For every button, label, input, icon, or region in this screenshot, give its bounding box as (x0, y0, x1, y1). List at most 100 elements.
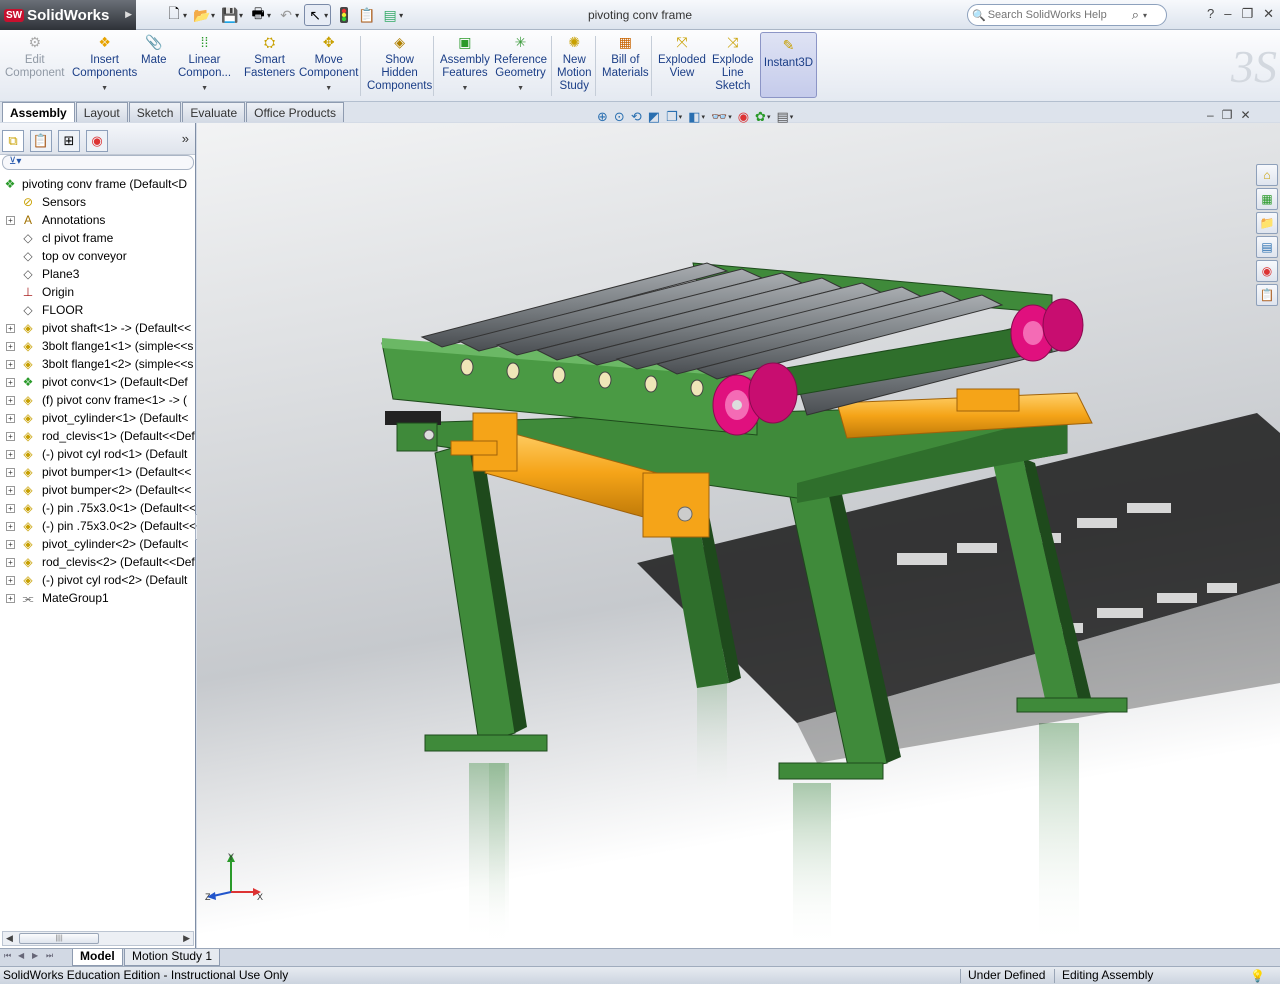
chevron-down-icon[interactable]: ▼ (201, 82, 208, 95)
edit-component-button[interactable]: ⚙ Edit Component (5, 32, 64, 80)
display-manager-tab[interactable]: ◉ (86, 130, 108, 152)
tree-node-20[interactable]: + ◈ rod_clevis<2> (Default<<Def (0, 553, 195, 571)
solidworks-menu-button[interactable]: SW SolidWorks ▶ (0, 0, 136, 30)
feature-manager-tab[interactable]: ⧉ (2, 130, 24, 152)
zoom-to-area-icon[interactable]: ⊙ (614, 108, 625, 126)
tree-node-7[interactable]: + ◈ pivot shaft<1> -> (Default<< (0, 319, 195, 337)
rebuild-button[interactable] (334, 4, 354, 26)
previous-view-icon[interactable]: ⟲ (631, 108, 642, 126)
solidworks-resources-tab[interactable]: ⌂ (1256, 164, 1278, 186)
expand-icon[interactable]: + (6, 342, 15, 351)
expand-icon[interactable]: + (6, 558, 15, 567)
save-button[interactable]: 💾 ▾ (220, 4, 245, 26)
expand-icon[interactable]: + (6, 432, 15, 441)
tree-node-11[interactable]: + ◈ (f) pivot conv frame<1> -> ( (0, 391, 195, 409)
appearances-tab[interactable]: ◉ (1256, 260, 1278, 282)
exploded-view-button[interactable]: ⤧ Exploded View (658, 32, 706, 80)
linear-component-pattern-button[interactable]: ⁞⁞ Linear Compon... ▼ (178, 32, 231, 95)
custom-properties-tab[interactable]: 📋 (1256, 284, 1278, 306)
tree-node-3[interactable]: ◇ top ov conveyor (0, 247, 195, 265)
display-style-icon[interactable]: ◧ ▾ (688, 108, 705, 126)
expand-icon[interactable]: + (6, 540, 15, 549)
open-button[interactable]: 📂 ▾ (192, 4, 217, 26)
help-search-input[interactable] (987, 9, 1128, 21)
expand-icon[interactable]: + (6, 468, 15, 477)
instant3d-button[interactable]: ✎ Instant3D (760, 32, 817, 98)
next-tab-icon[interactable]: ▶ (32, 951, 38, 960)
expand-icon[interactable]: + (6, 594, 15, 603)
scroll-right-icon[interactable]: ▶ (183, 933, 190, 944)
restore-icon[interactable]: ❐ (1241, 6, 1253, 22)
view-palette-tab[interactable]: ▤ (1256, 236, 1278, 258)
expand-icon[interactable]: + (6, 360, 15, 369)
scrollbar-thumb[interactable]: |||| (19, 933, 99, 944)
chevron-down-icon[interactable]: ▼ (517, 82, 524, 95)
restore-icon[interactable]: ❐ (1222, 108, 1233, 122)
show-hidden-components-button[interactable]: ◈ Show Hidden Components (367, 32, 432, 93)
expand-icon[interactable]: + (6, 396, 15, 405)
file-explorer-tab[interactable]: 📁 (1256, 212, 1278, 234)
tree-node-2[interactable]: ◇ cl pivot frame (0, 229, 195, 247)
expand-icon[interactable]: + (6, 504, 15, 513)
expand-icon[interactable]: + (6, 378, 15, 387)
zoom-to-fit-icon[interactable]: ⊕ (597, 108, 608, 126)
view-settings-icon[interactable]: ▤ ▾ (776, 108, 793, 126)
move-component-button[interactable]: ✥ Move Component ▼ (299, 32, 358, 95)
edit-appearance-icon[interactable]: ◉ (738, 108, 749, 126)
last-tab-icon[interactable]: ⏭ (46, 951, 53, 961)
close-icon[interactable]: ✕ (1263, 6, 1274, 22)
first-tab-icon[interactable]: ⏮ (4, 951, 11, 961)
tab-sketch[interactable]: Sketch (128, 102, 182, 122)
tree-node-16[interactable]: + ◈ pivot bumper<2> (Default<< (0, 481, 195, 499)
select-button[interactable]: ↖ ▾ (304, 4, 332, 26)
expand-icon[interactable]: + (6, 576, 15, 585)
scroll-left-icon[interactable]: ◀ (6, 933, 13, 944)
view-orientation-icon[interactable]: ❐ ▾ (666, 108, 682, 126)
reference-geometry-button[interactable]: ✳ Reference Geometry ▼ (494, 32, 547, 95)
assembly-features-button[interactable]: ▣ Assembly Features ▼ (440, 32, 490, 95)
undo-button[interactable]: ↶ ▾ (276, 4, 301, 26)
expand-icon[interactable]: + (6, 216, 15, 225)
explode-line-sketch-button[interactable]: ⤨ Explode Line Sketch (712, 32, 754, 93)
tab-evaluate[interactable]: Evaluate (182, 102, 246, 122)
expand-icon[interactable]: + (6, 414, 15, 423)
tree-node-0[interactable]: ⊘ Sensors (0, 193, 195, 211)
tree-node-14[interactable]: + ◈ (-) pivot cyl rod<1> (Default (0, 445, 195, 463)
expand-icon[interactable]: + (6, 522, 15, 531)
search-icon[interactable]: ⌕ (1132, 7, 1139, 23)
tab-model[interactable]: Model (72, 949, 123, 966)
chevron-down-icon[interactable]: ▼ (325, 82, 332, 95)
print-button[interactable]: 🖶 ▾ (248, 4, 273, 26)
expand-icon[interactable]: + (6, 486, 15, 495)
chevron-down-icon[interactable]: ▾ (1143, 11, 1147, 20)
design-library-tab[interactable]: ▦ (1256, 188, 1278, 210)
more-tabs-icon[interactable]: » (182, 131, 189, 146)
expand-icon[interactable]: + (6, 450, 15, 459)
graphics-area[interactable] (197, 123, 1280, 948)
bill-of-materials-button[interactable]: ▦ Bill of Materials (602, 32, 649, 80)
tree-node-17[interactable]: + ◈ (-) pin .75x3.0<1> (Default<< (0, 499, 195, 517)
insert-components-button[interactable]: ❖ Insert Components ▼ (72, 32, 137, 95)
chevron-down-icon[interactable]: ▼ (461, 82, 468, 95)
help-search-box[interactable]: 🔍 ⌕ ▾ (967, 4, 1167, 26)
prev-tab-icon[interactable]: ◀ (18, 951, 24, 960)
chevron-down-icon[interactable]: ▼ (101, 82, 108, 95)
new-document-button[interactable]: 🗋 ▾ (164, 4, 189, 26)
quick-tips-icon[interactable]: 💡 (1250, 968, 1265, 984)
tree-node-5[interactable]: ⊥ Origin (0, 283, 195, 301)
tree-node-19[interactable]: + ◈ pivot_cylinder<2> (Default< (0, 535, 195, 553)
tree-node-10[interactable]: + ❖ pivot conv<1> (Default<Def (0, 373, 195, 391)
minimize-icon[interactable]: – (1224, 6, 1231, 22)
mate-button[interactable]: 📎 Mate (141, 32, 167, 67)
property-manager-tab[interactable]: 📋 (30, 130, 52, 152)
help-icon[interactable]: ? (1207, 6, 1214, 22)
options-button[interactable]: ▤ ▾ (380, 4, 405, 26)
tab-motion-study-1[interactable]: Motion Study 1 (124, 949, 221, 966)
tree-node-12[interactable]: + ◈ pivot_cylinder<1> (Default< (0, 409, 195, 427)
tree-node-22[interactable]: + ⫘ MateGroup1 (0, 589, 195, 605)
expand-icon[interactable]: + (6, 324, 15, 333)
close-icon[interactable]: ✕ (1240, 108, 1250, 122)
file-properties-button[interactable]: 📋 (357, 4, 377, 26)
tree-node-18[interactable]: + ◈ (-) pin .75x3.0<2> (Default<< (0, 517, 195, 535)
smart-fasteners-button[interactable]: ⛭ Smart Fasteners (244, 32, 295, 80)
